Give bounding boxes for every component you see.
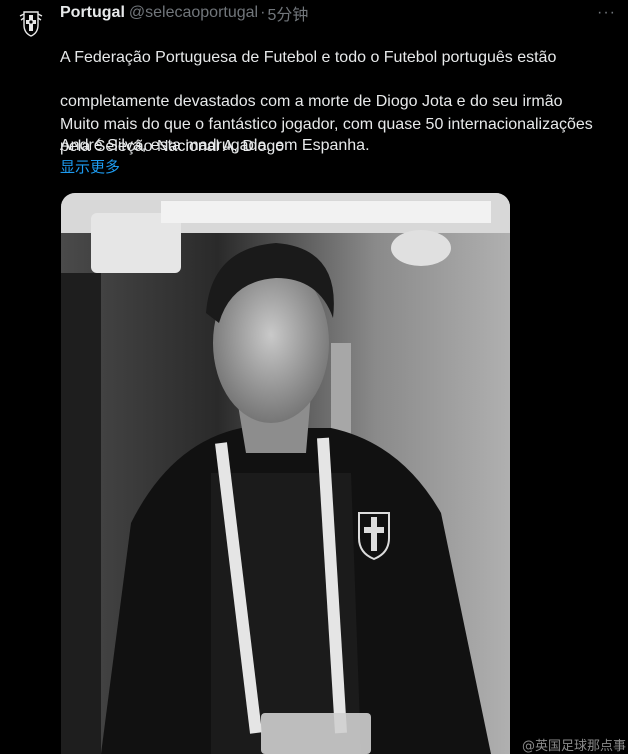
fpf-crest-icon (11, 3, 51, 43)
tweet-header: Portugal @selecaoportugal · 5分钟 (60, 2, 308, 24)
show-more-link[interactable]: 显示更多 (60, 157, 120, 179)
more-options-icon[interactable]: ··· (597, 4, 616, 22)
tweet[interactable]: Portugal @selecaoportugal · 5分钟 ··· A Fe… (0, 0, 628, 754)
user-handle[interactable]: @selecaoportugal (129, 4, 258, 22)
tweet-text-line: A Federação Portuguesa de Futebol e todo… (60, 49, 557, 66)
tweet-text-line: Muito mais do que o fantástico jogador, … (60, 116, 593, 133)
display-name[interactable]: Portugal (60, 4, 125, 22)
tweet-text-line: completamente devastados com a morte de … (60, 93, 563, 110)
watermark: @英国足球那点事 (521, 739, 626, 754)
player-photo (61, 193, 510, 754)
tweet-text-paragraph-2: Muito mais do que o fantástico jogador, … (60, 114, 628, 158)
avatar[interactable] (11, 3, 51, 43)
separator-dot: · (260, 4, 266, 21)
tweet-photo[interactable] (61, 193, 510, 754)
tweet-text-line: pela Seleção Nacional A, Diogo (60, 138, 285, 155)
timestamp[interactable]: 5分钟 (267, 1, 308, 25)
